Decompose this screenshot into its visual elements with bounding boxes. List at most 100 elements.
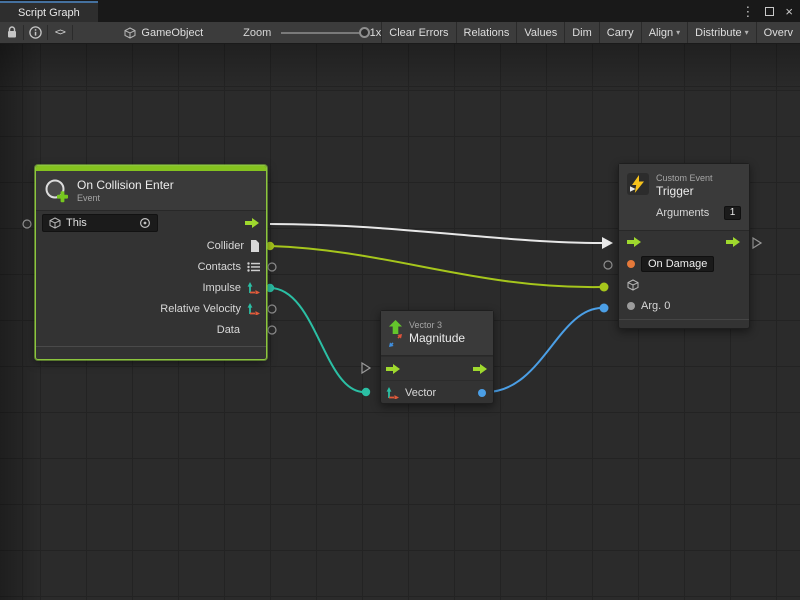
close-icon[interactable]: × [785,5,793,18]
arg0-label: Arg. 0 [641,300,670,312]
node-category: Custom Event [656,173,713,184]
unity-graph-window: Script Graph ⋮ × <> GameObject Zoom 1x [0,0,800,600]
relative-velocity-label: Relative Velocity [160,303,241,315]
graph-canvas[interactable]: On Collision Enter Event This Collider C… [0,44,800,600]
port-collision-target-input[interactable] [23,220,31,228]
port-collider-output[interactable] [266,242,274,250]
port-contacts-output[interactable] [268,263,276,271]
wire-collider-to-target[interactable] [270,246,602,287]
node-vector3-magnitude[interactable]: Vector 3 Magnitude Vector [380,310,494,404]
row-arg0: Arg. 0 [619,296,749,317]
magnitude-arrows-icon [389,334,402,347]
node-on-collision-enter[interactable]: On Collision Enter Event This Collider C… [35,165,267,360]
wire-flow-trigger[interactable] [270,224,602,243]
node-trigger-custom-event[interactable]: Custom Event Trigger Arguments 1 On Dama… [618,163,750,329]
row-contacts: Contacts [36,256,266,277]
dim-button[interactable]: Dim [564,22,599,43]
info-icon[interactable] [24,22,47,43]
zoom-slider[interactable] [281,32,363,34]
cube-icon [627,279,639,291]
arguments-count-field[interactable]: 1 [724,206,741,220]
align-dropdown[interactable]: Align▾ [641,22,687,43]
collision-event-icon [44,178,70,204]
row-target [619,275,749,296]
wire-magnitude-to-arg0[interactable] [486,308,602,392]
gameobject-selector[interactable]: GameObject [124,27,203,39]
tab-bar: Script Graph ⋮ × [0,0,800,22]
tab-script-graph[interactable]: Script Graph [0,1,98,22]
wire-impulse-to-vector[interactable] [270,288,364,392]
cube-icon [124,27,136,39]
data-label: Data [217,324,240,336]
row-flow [619,231,749,253]
window-controls: ⋮ × [741,0,793,22]
node-subtitle: Event [77,193,174,204]
port-event-name-input[interactable] [604,261,612,269]
clear-errors-button[interactable]: Clear Errors [381,22,455,43]
zoom-label: Zoom [243,27,271,39]
port-trigger-flow-output[interactable] [753,238,761,248]
node-header[interactable]: Vector 3 Magnitude [381,311,493,356]
port-vector-input[interactable] [362,388,370,396]
code-view-icon[interactable]: <> [48,22,71,43]
zoom-slider-handle[interactable] [359,27,370,38]
chevron-down-icon: ▾ [745,28,749,37]
node-title: On Collision Enter [77,178,174,193]
carry-button[interactable]: Carry [599,22,641,43]
magnitude-output-port[interactable] [478,389,486,397]
node-title: Trigger [656,184,713,199]
up-arrow-icon [388,320,403,334]
object-picker-icon[interactable] [139,217,151,229]
node-footer [619,319,749,328]
arg0-port[interactable] [627,302,635,310]
port-impulse-output[interactable] [266,284,274,292]
toolbar-separator [72,25,73,40]
lock-icon[interactable] [0,22,23,43]
contacts-list-icon [247,262,260,272]
event-name-field[interactable]: On Damage [641,256,714,272]
values-button[interactable]: Values [516,22,564,43]
relations-button[interactable]: Relations [456,22,517,43]
more-menu-icon[interactable]: ⋮ [741,5,754,18]
row-relative-velocity: Relative Velocity [36,298,266,319]
collider-doc-icon [250,240,260,252]
node-footer [36,346,266,359]
flow-in-arrow-icon[interactable] [386,364,401,374]
row-vector: Vector [381,380,493,404]
collider-label: Collider [207,240,244,252]
port-arg0-input[interactable] [600,304,609,313]
port-event-target-input[interactable] [600,283,609,292]
port-relative-velocity-output[interactable] [268,305,276,313]
row-collider: Collider [36,235,266,256]
row-data: Data [36,319,266,340]
maximize-icon[interactable] [765,5,774,18]
node-title: Magnitude [409,331,465,346]
distribute-dropdown[interactable]: Distribute▾ [687,22,755,43]
vector-port-label: Vector [405,387,436,399]
graph-toolbar: <> GameObject Zoom 1x Clear Errors Relat… [0,22,800,44]
node-header[interactable]: On Collision Enter Event [36,171,266,211]
chevron-down-icon: ▾ [676,28,680,37]
cube-icon [49,217,61,229]
node-category: Vector 3 [409,320,465,331]
row-event-name: On Damage [619,253,749,275]
arguments-row: Arguments 1 [656,205,741,221]
flow-out-arrow-icon[interactable] [726,237,741,247]
gameobject-label: GameObject [141,27,203,39]
row-impulse: Impulse [36,277,266,298]
flow-in-arrow-icon[interactable] [627,237,642,247]
port-data-output[interactable] [268,326,276,334]
event-name-port[interactable] [627,260,635,268]
flow-out-arrow-icon[interactable] [245,218,260,228]
node-header[interactable]: Custom Event Trigger Arguments 1 [619,164,749,231]
arguments-label: Arguments [656,207,709,219]
wire-flow-arrowhead [602,237,613,249]
contacts-label: Contacts [198,261,241,273]
this-object-field[interactable]: This [42,214,158,232]
vector3-icon [247,303,260,315]
overview-button[interactable]: Overv [756,22,800,43]
flow-out-arrow-icon[interactable] [473,364,488,374]
port-vector-flow-input[interactable] [362,363,370,373]
impulse-label: Impulse [202,282,241,294]
this-label: This [66,217,134,229]
